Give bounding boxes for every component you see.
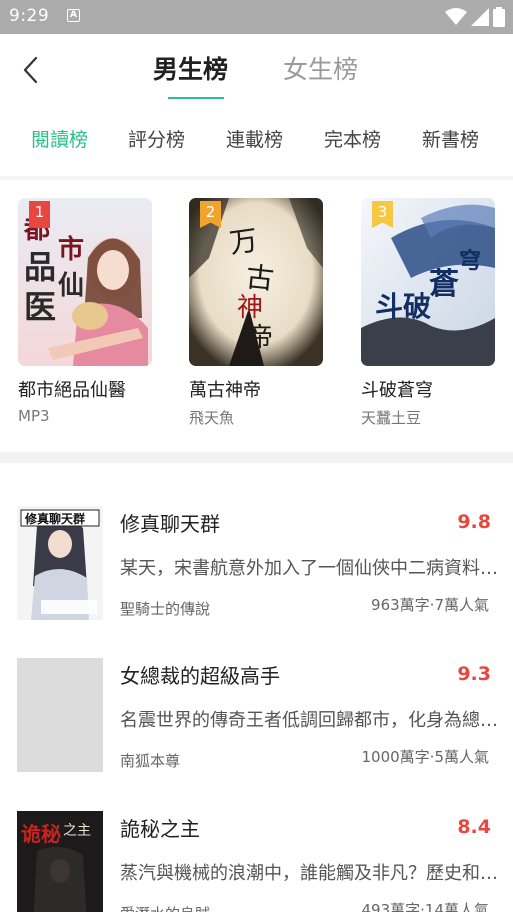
list-item[interactable]: 诡秘 之主 詭秘之主 8.4 蒸汽與機械的浪潮中，誰能觸及非凡？歷史和黑暗的迷霧… (0, 811, 513, 912)
status-time: 9:29 (9, 6, 50, 26)
subtab-completed[interactable]: 完本榜 (324, 127, 381, 153)
svg-text:诡秘: 诡秘 (21, 822, 61, 846)
svg-text:古: 古 (244, 260, 275, 296)
svg-text:神: 神 (237, 293, 263, 323)
book-cover: 斗破 蒼 穹 3 (361, 198, 495, 366)
book-title: 都市絕品仙醫 (18, 380, 126, 401)
battery-icon (493, 7, 505, 27)
subtab-reading[interactable]: 閱讀榜 (31, 127, 88, 153)
book-cover: 修真聊天群 (17, 506, 103, 620)
svg-text:帝: 帝 (247, 323, 273, 353)
book-title: 斗破蒼穹 (361, 380, 433, 401)
book-title: 萬古神帝 (189, 380, 261, 401)
back-arrow-icon (23, 56, 38, 84)
active-tab-indicator (168, 97, 224, 99)
book-title: 女總裁的超級高手 (120, 664, 280, 688)
book-author: 飛天魚 (189, 409, 235, 427)
book-cover: 都 品 医 市 仙 1 (18, 198, 152, 366)
wifi-icon (445, 8, 467, 25)
svg-text:品: 品 (24, 248, 56, 286)
subtab-rating[interactable]: 評分榜 (128, 127, 185, 153)
tab-male-ranking[interactable]: 男生榜 (153, 50, 228, 90)
book-title: 修真聊天群 (120, 512, 220, 536)
book-author: 天蠶土豆 (361, 409, 422, 427)
book-description: 名震世界的傳奇王者低調回歸都市，化身為總裁貼身高手 (120, 710, 512, 731)
book-author: 南狐本尊 (120, 752, 181, 770)
notification-icon: A (67, 9, 80, 22)
status-bar: 9:29 A (0, 0, 513, 34)
tab-female-ranking[interactable]: 女生榜 (283, 50, 358, 90)
book-score: 9.8 (457, 511, 491, 533)
svg-text:斗破: 斗破 (375, 290, 431, 323)
svg-text:医: 医 (24, 288, 56, 326)
signal-icon (471, 8, 489, 26)
book-description: 蒸汽與機械的浪潮中，誰能觸及非凡？歷史和黑暗的迷霧裡 (120, 863, 512, 884)
rank-badge: 1 (29, 201, 50, 228)
svg-text:万: 万 (227, 223, 259, 260)
book-description: 某天，宋書航意外加入了一個仙俠中二病資料交流群 (120, 558, 512, 579)
book-stats: 1000萬字·5萬人氣 (361, 748, 490, 766)
book-title: 詭秘之主 (120, 817, 200, 841)
section-divider (0, 452, 513, 463)
list-item[interactable]: 修真聊天群 修真聊天群 9.8 某天，宋書航意外加入了一個仙俠中二病資料交流群 … (0, 506, 513, 626)
subtab-serial[interactable]: 連載榜 (226, 127, 283, 153)
list-item[interactable]: 女總裁的超級高手 9.3 名震世界的傳奇王者低調回歸都市，化身為總裁貼身高手 南… (0, 658, 513, 778)
svg-text:市: 市 (58, 234, 84, 265)
book-cover-placeholder (17, 658, 103, 772)
book-cover: 诡秘 之主 (17, 811, 103, 912)
back-button[interactable] (16, 54, 44, 86)
svg-text:穹: 穹 (459, 248, 481, 274)
svg-text:修真聊天群: 修真聊天群 (24, 511, 85, 526)
book-author: 愛潛水的烏賊 (120, 903, 210, 912)
svg-text:之主: 之主 (63, 823, 91, 839)
book-stats: 493萬字·14萬人氣 (361, 901, 490, 912)
svg-text:蒼: 蒼 (429, 267, 459, 302)
svg-text:仙: 仙 (58, 271, 84, 301)
book-author: 聖騎士的傳說 (120, 600, 211, 618)
book-score: 8.4 (457, 816, 491, 838)
book-cover: 万 古 神 帝 2 (189, 198, 323, 366)
book-author: MP3 (18, 407, 50, 425)
book-score: 9.3 (457, 663, 491, 685)
divider (0, 176, 513, 180)
subtab-new[interactable]: 新書榜 (422, 127, 479, 153)
book-stats: 963萬字·7萬人氣 (371, 596, 489, 614)
